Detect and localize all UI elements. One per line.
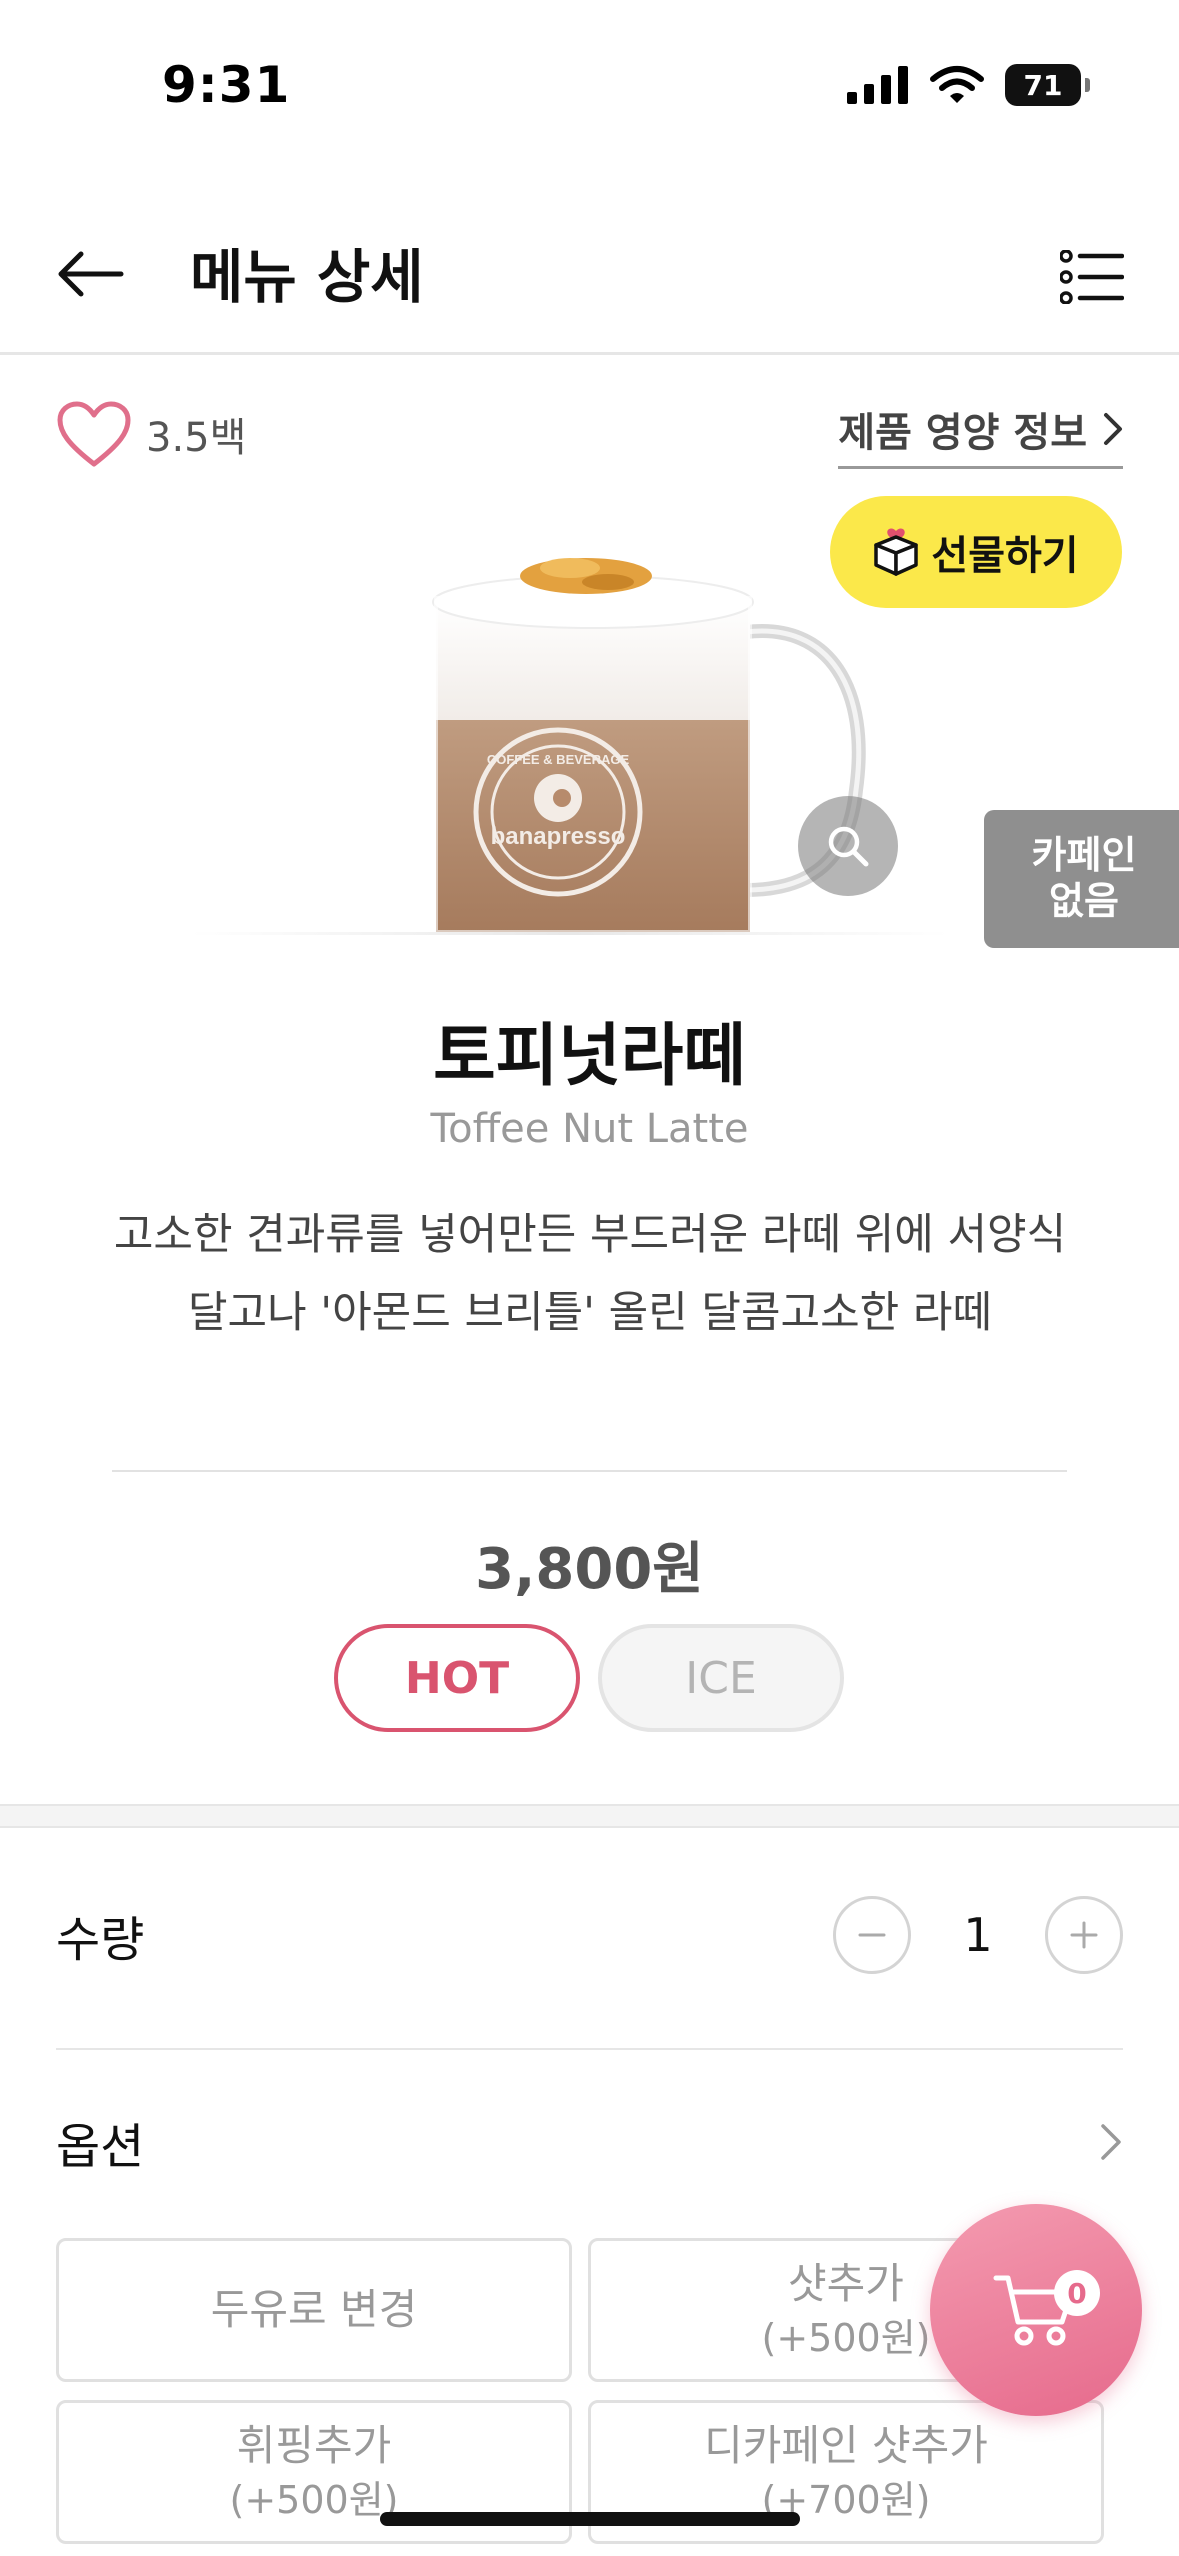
wifi-icon <box>930 66 984 103</box>
home-indicator <box>380 2512 800 2526</box>
magnifier-icon <box>828 826 869 867</box>
product-name-english: Toffee Nut Latte <box>430 1106 749 1152</box>
like-row[interactable]: 3.5백 <box>56 400 246 468</box>
quantity-value: 1 <box>963 1908 993 1962</box>
image-logo-text: banapresso <box>491 823 626 850</box>
list-icon <box>1060 250 1124 304</box>
increase-button[interactable] <box>1045 1896 1123 1974</box>
caffeine-free-line2: 없음 <box>1049 879 1119 923</box>
nutrition-info-link[interactable]: 제품 영양 정보 <box>838 400 1123 469</box>
plus-icon <box>1070 1921 1098 1949</box>
decrease-button[interactable] <box>833 1896 911 1974</box>
nutrition-info-label: 제품 영양 정보 <box>838 410 1087 456</box>
status-icons: 71 <box>847 64 1090 106</box>
chevron-right-icon <box>1104 413 1122 445</box>
options-label: 옵션 <box>56 2119 145 2175</box>
quantity-row: 수량 1 <box>56 1880 1123 1990</box>
gift-label: 선물하기 <box>931 533 1079 579</box>
section-separator <box>0 1804 1179 1828</box>
status-time: 9:31 <box>162 56 291 114</box>
option-name: 두유로 변경 <box>210 2284 418 2334</box>
heart-icon[interactable] <box>56 400 132 468</box>
divider <box>112 1470 1067 1472</box>
chevron-right-icon <box>1101 2124 1121 2160</box>
image-logo-caption: COFFEE & BEVERAGE <box>487 752 630 767</box>
divider <box>56 2048 1123 2050</box>
quantity-label: 수량 <box>56 1912 145 1968</box>
caffeine-free-badge: 카페인 없음 <box>984 810 1179 948</box>
quantity-stepper: 1 <box>833 1896 1123 1974</box>
battery-icon: 71 <box>1005 64 1090 106</box>
option-name: 휘핑추가 <box>236 2421 392 2470</box>
like-count: 3.5백 <box>146 415 247 461</box>
header: 메뉴 상세 <box>0 200 1179 355</box>
cart-button[interactable]: 0 <box>930 2204 1142 2416</box>
option-price: (+500원) <box>761 2315 931 2360</box>
cellular-signal-icon <box>847 66 908 104</box>
caffeine-free-line1: 카페인 <box>1031 833 1137 878</box>
product-price: 3,800원 <box>475 1537 704 1602</box>
product-description: 고소한 견과류를 넣어만든 부드러운 라떼 위에 서양식 달고나 '아몬드 브리… <box>113 1210 1067 1338</box>
image-floor-line <box>190 932 950 935</box>
menu-list-button[interactable] <box>1053 238 1131 316</box>
status-bar: 9:31 71 <box>0 0 1179 170</box>
minus-icon <box>858 1933 886 1937</box>
cart-count-badge: 0 <box>1054 2270 1100 2316</box>
option-soy-milk[interactable]: 두유로 변경 <box>56 2238 572 2382</box>
option-name: 샷추가 <box>788 2259 904 2308</box>
arrow-left-icon <box>58 251 124 297</box>
back-button[interactable] <box>50 234 130 314</box>
option-price: (+500원) <box>229 2477 399 2522</box>
ice-option-button[interactable]: ICE <box>598 1624 844 1732</box>
product-name: 토피넛라떼 <box>433 1017 746 1096</box>
option-name: 디카페인 샷추가 <box>704 2421 988 2470</box>
temperature-toggle: HOT ICE <box>334 1624 844 1732</box>
page-title: 메뉴 상세 <box>190 243 424 311</box>
hot-option-button[interactable]: HOT <box>334 1624 580 1732</box>
options-row[interactable]: 옵션 <box>56 2092 1123 2192</box>
zoom-button[interactable] <box>798 796 898 896</box>
